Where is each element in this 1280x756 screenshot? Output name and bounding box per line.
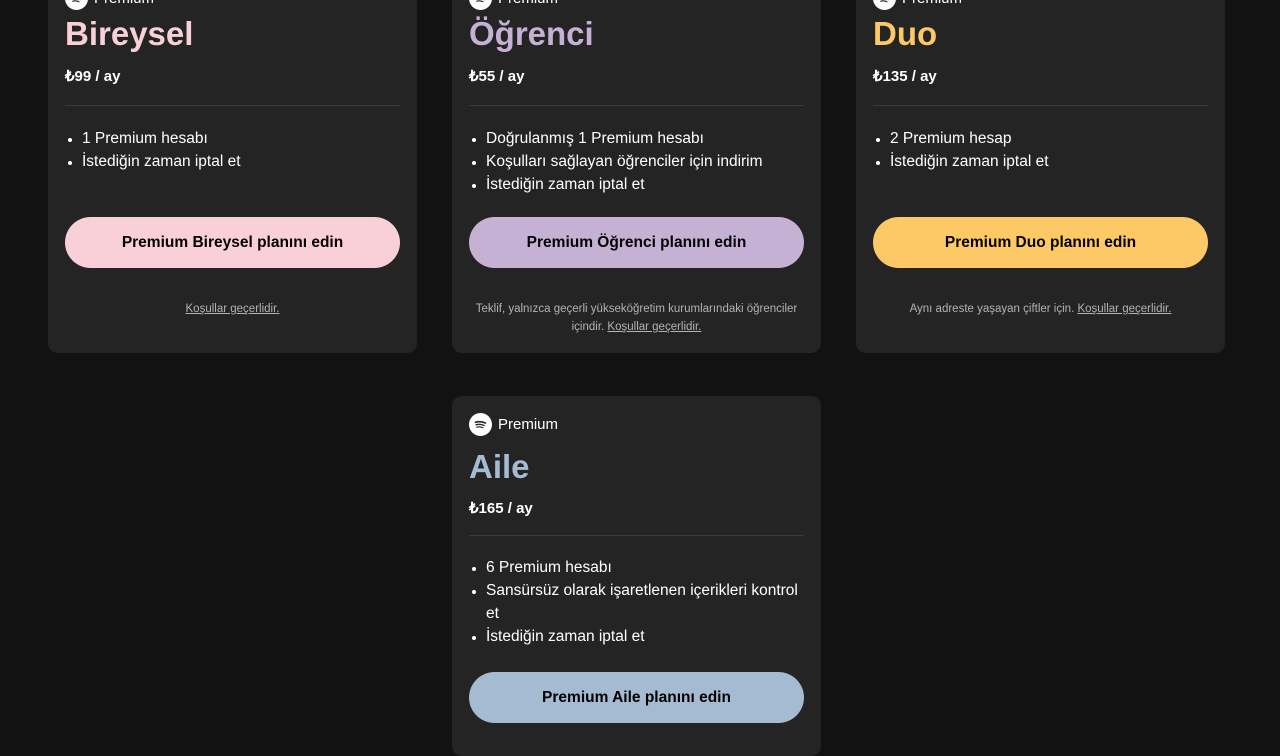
plan-terms: Aynı adreste yaşayan çiftler için. Koşul… [873,300,1208,318]
brand-label: Premium [94,0,154,7]
plan-card-duo: Premium Duo ₺135 / ay 2 Premium hesap İs… [856,0,1225,353]
get-duo-plan-button[interactable]: Premium Duo planını edin [873,217,1208,268]
divider [469,105,804,106]
plan-terms: Teklif, yalnızca geçerli yükseköğretim k… [469,300,804,336]
divider [65,105,400,106]
plan-price: ₺55 / ay [469,68,525,85]
feature-item: 2 Premium hesap [890,127,1208,150]
feature-item: Koşulları sağlayan öğrenciler için indir… [486,150,804,173]
plan-brand: Premium [469,413,558,436]
spotify-logo-icon [469,0,492,10]
plan-title: Duo [873,15,938,52]
divider [873,105,1208,106]
feature-item: Sansürsüz olarak işaretlenen içerikleri … [486,579,804,625]
plan-card-bireysel: Premium Bireysel ₺99 / ay 1 Premium hesa… [48,0,417,353]
divider [469,535,804,536]
feature-item: İstediğin zaman iptal et [890,150,1208,173]
plan-title: Bireysel [65,15,194,52]
brand-label: Premium [902,0,962,7]
feature-item: İstediğin zaman iptal et [82,150,400,173]
plan-brand: Premium [65,0,154,10]
terms-link[interactable]: Koşullar geçerlidir. [607,321,701,333]
feature-list: Doğrulanmış 1 Premium hesabı Koşulları s… [469,127,804,196]
plan-price: ₺165 / ay [469,500,533,517]
plan-card-aile: Premium Aile ₺165 / ay 6 Premium hesabı … [452,396,821,756]
terms-link[interactable]: Koşullar geçerlidir. [1077,303,1171,315]
plan-brand: Premium [873,0,962,10]
brand-label: Premium [498,416,559,433]
plan-title: Öğrenci [469,15,594,52]
get-ogrenci-plan-button[interactable]: Premium Öğrenci planını edin [469,217,804,268]
plan-terms: Koşullar geçerlidir. [65,300,400,318]
terms-link[interactable]: Koşullar geçerlidir. [186,303,280,315]
feature-list: 1 Premium hesabı İstediğin zaman iptal e… [65,127,400,173]
plan-title: Aile [469,448,530,485]
spotify-logo-icon [65,0,88,10]
feature-list: 6 Premium hesabı Sansürsüz olarak işaret… [469,556,804,648]
feature-item: 6 Premium hesabı [486,556,804,579]
feature-list: 2 Premium hesap İstediğin zaman iptal et [873,127,1208,173]
spotify-logo-icon [469,413,492,436]
brand-label: Premium [498,0,558,7]
feature-item: 1 Premium hesabı [82,127,400,150]
get-aile-plan-button[interactable]: Premium Aile planını edin [469,672,804,723]
plan-price: ₺135 / ay [873,68,937,85]
get-bireysel-plan-button[interactable]: Premium Bireysel planını edin [65,217,400,268]
spotify-logo-icon [873,0,896,10]
plan-price: ₺99 / ay [65,68,121,85]
terms-text: Aynı adreste yaşayan çiftler için. [909,303,1075,315]
feature-item: İstediğin zaman iptal et [486,173,804,196]
feature-item: İstediğin zaman iptal et [486,625,804,648]
feature-item: Doğrulanmış 1 Premium hesabı [486,127,804,150]
plan-card-ogrenci: Premium Öğrenci ₺55 / ay Doğrulanmış 1 P… [452,0,821,353]
plan-brand: Premium [469,0,558,10]
